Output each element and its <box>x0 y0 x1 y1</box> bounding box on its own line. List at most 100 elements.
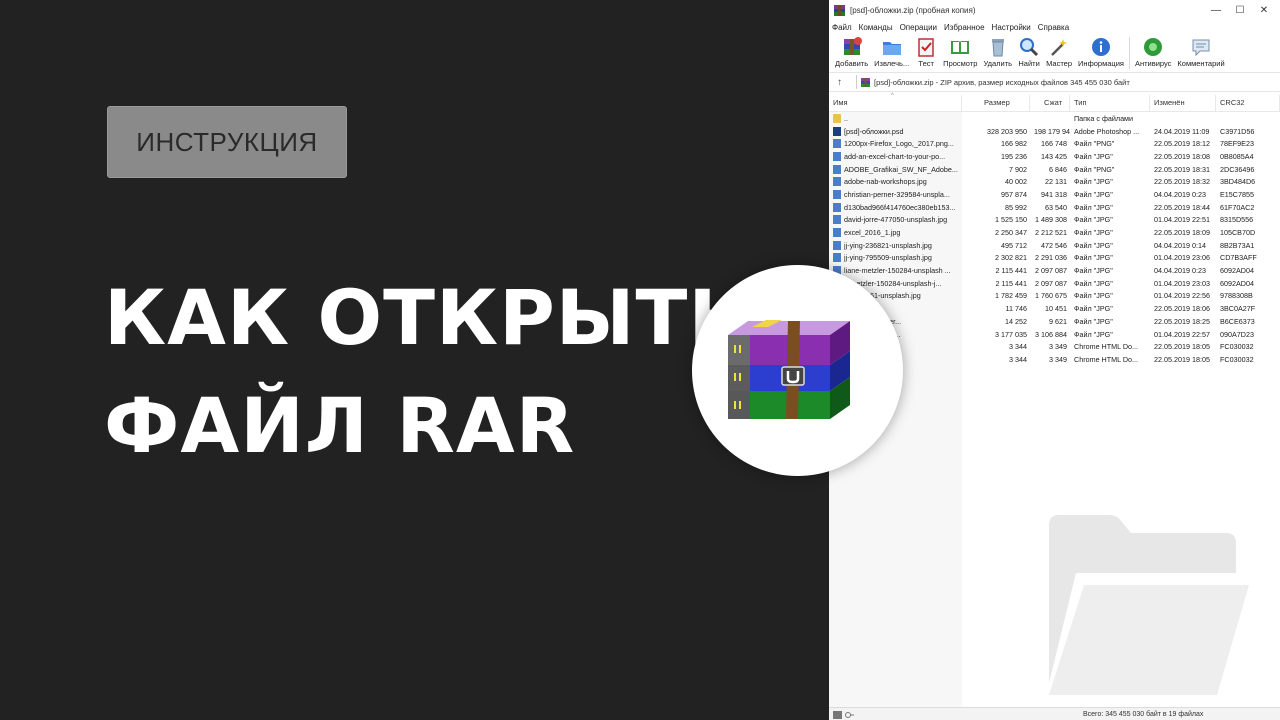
file-crc: 090A7D23 <box>1220 329 1254 339</box>
file-modified: 01.04.2019 22:57 <box>1154 329 1210 339</box>
table-row[interactable]: 1200px-Firefox_Logo,_2017.png... 166 982 1… <box>829 137 1280 150</box>
toolbar-separator <box>1128 37 1130 69</box>
file-name-cell: jj-ying-795509-unsplash.jpg <box>829 253 962 263</box>
table-row[interactable]: xcel.jpg11 74610 451Файл "JPG"22.05.2019… <box>829 302 1280 315</box>
comment-icon <box>1192 39 1210 57</box>
table-row[interactable]: jj-ying-236821-unsplash.jpg 495 712 472 54… <box>829 239 1280 252</box>
up-arrow-icon[interactable]: ↑ <box>837 77 842 88</box>
extract-button-label: Извлечь... <box>874 59 910 68</box>
column-header-packed[interactable]: Сжат <box>1030 95 1070 111</box>
file-size: 195 236 <box>1001 151 1027 161</box>
drive-icon <box>833 710 842 719</box>
file-packed-size: 1 760 675 <box>1035 291 1067 301</box>
close-button[interactable]: ✕ <box>1256 5 1272 16</box>
view-button[interactable]: Просмотр <box>941 34 979 68</box>
file-type: Chrome HTML Do... <box>1074 342 1139 352</box>
image-file-icon <box>833 151 841 161</box>
menu-favorites[interactable]: Избранное <box>944 23 985 32</box>
file-type: Папка с файлами <box>1074 113 1134 123</box>
file-size: 2 302 821 <box>995 253 1027 263</box>
column-header-modified[interactable]: Изменён <box>1150 95 1216 111</box>
file-name-cell: liane-metzler-150284-unsplash ... <box>829 266 962 276</box>
file-type: Файл "JPG" <box>1074 253 1113 263</box>
delete-button[interactable]: Удалить <box>981 34 1014 68</box>
file-name: ADOBE_Grafikai_SW_NF_Adobe... <box>844 164 958 174</box>
file-packed-size: 3 106 884 <box>1035 329 1067 339</box>
table-row[interactable]: [psd]-обложки.psd 328 203 950 198 179 948 A… <box>829 125 1280 138</box>
file-crc: FC030032 <box>1220 354 1254 364</box>
table-row[interactable]: ADOBE_Grafikai_SW_NF_Adobe... 7 902 6 846 Ф… <box>829 163 1280 176</box>
menu-commands[interactable]: Команды <box>859 23 893 32</box>
file-name-cell: add-an-excel-chart-to-your-po... <box>829 151 962 161</box>
table-row[interactable]: .. Папка с файлами <box>829 112 1280 125</box>
folder-icon <box>833 113 841 123</box>
extract-button[interactable]: Извлечь... <box>872 34 911 68</box>
file-modified: 22.05.2019 18:25 <box>1154 316 1210 326</box>
status-icons <box>829 710 1083 719</box>
menu-settings[interactable]: Настройки <box>992 23 1031 32</box>
image-file-icon <box>833 164 841 174</box>
file-type: Файл "PNG" <box>1074 164 1115 174</box>
file-type: Файл "JPG" <box>1074 329 1113 339</box>
view-book-icon <box>951 41 970 54</box>
file-size: 495 712 <box>1001 240 1027 250</box>
wizard-button[interactable]: Мастер <box>1044 34 1074 68</box>
table-row[interactable]: jj-ying-795509-unsplash.jpg 2 302 821 2 29… <box>829 252 1280 265</box>
file-type: Файл "JPG" <box>1074 215 1113 225</box>
table-row[interactable]: d130bad966f414760ec380eb153... 85 992 63 5… <box>829 201 1280 214</box>
file-name: d130bad966f414760ec380eb153... <box>844 202 956 212</box>
menu-help[interactable]: Справка <box>1038 23 1069 32</box>
maximize-button[interactable]: ☐ <box>1232 5 1248 16</box>
file-name: liane-metzler-150284-unsplash ... <box>844 266 951 276</box>
file-name: david-jorre-477050-unsplash.jpg <box>844 215 948 225</box>
table-row[interactable]: david-jorre-477050-unsplash.jpg 1 525 150… <box>829 214 1280 227</box>
info-button[interactable]: Информация <box>1076 34 1126 68</box>
file-packed-size: 2 097 087 <box>1035 266 1067 276</box>
file-packed-size: 472 546 <box>1041 240 1067 250</box>
table-row[interactable]: adobe-nab-workshops.jpg 40 002 22 131 Файл … <box>829 175 1280 188</box>
file-modified: 22.05.2019 18:08 <box>1154 151 1210 161</box>
table-row[interactable]: vo-198061-unsplash.jpg 1 782 459 1 760 675… <box>829 290 1280 303</box>
file-packed-size: 198 179 948 <box>1034 126 1070 136</box>
table-row[interactable]: liane-metzler-150284-unsplash ... 2 115 4… <box>829 264 1280 277</box>
path-field[interactable]: [psd]-обложки.zip - ZIP архив, размер ис… <box>856 75 1280 89</box>
add-button[interactable]: Добавить <box>833 34 870 68</box>
file-modified: 24.04.2019 11:09 <box>1154 126 1210 136</box>
column-header-type[interactable]: Тип <box>1070 95 1150 111</box>
info-button-label: Информация <box>1078 59 1124 68</box>
file-list-header: Имя Размер Сжат Тип Изменён CRC32 ^ <box>829 93 1280 112</box>
find-button[interactable]: Найти <box>1016 34 1042 68</box>
file-crc: B6CE6373 <box>1220 316 1255 326</box>
file-modified: 22.05.2019 18:32 <box>1154 177 1210 187</box>
file-size: 1 525 150 <box>995 215 1027 225</box>
test-button-label: Тест <box>918 59 934 68</box>
table-row[interactable]: add-an-excel-chart-to-your-po... 195 236 1… <box>829 150 1280 163</box>
headline-line-1: КАК ОТКРЫТЬ <box>104 273 748 362</box>
comment-button[interactable]: Комментарий <box>1175 34 1226 68</box>
column-header-name[interactable]: Имя <box>829 95 962 111</box>
file-crc: C3971D56 <box>1220 126 1255 136</box>
test-button[interactable]: Тест <box>913 34 939 68</box>
column-header-crc[interactable]: CRC32 <box>1216 95 1280 111</box>
table-row[interactable]: obe-flash-player...14 2529 621Файл "JPG"… <box>829 315 1280 328</box>
table-row[interactable]: e-metzler-150284-unsplash-j... 2 115 441 2… <box>829 277 1280 290</box>
file-type: Файл "JPG" <box>1074 189 1113 199</box>
add-archive-icon <box>843 37 862 55</box>
antivirus-button-label: Антивирус <box>1134 59 1172 68</box>
antivirus-button[interactable]: Антивирус <box>1133 34 1173 68</box>
file-crc: FC030032 <box>1220 342 1254 352</box>
title-bar: [psd]-обложки.zip (пробная копия) — ☐ ✕ <box>829 0 1280 21</box>
image-file-icon <box>833 228 841 238</box>
menu-operations[interactable]: Операции <box>900 23 937 32</box>
file-size: 85 992 <box>1005 202 1027 212</box>
file-name-cell: excel_2016_1.jpg <box>829 228 962 238</box>
minimize-button[interactable]: — <box>1208 5 1224 16</box>
file-packed-size: 10 451 <box>1045 304 1067 314</box>
comment-button-label: Комментарий <box>1177 59 1225 68</box>
table-row[interactable]: christian-perner-329584-unspla... 957 874… <box>829 188 1280 201</box>
table-row[interactable]: excel_2016_1.jpg 2 250 347 2 212 521 Файл "… <box>829 226 1280 239</box>
file-modified: 01.04.2019 22:56 <box>1154 291 1210 301</box>
menu-file[interactable]: Файл <box>832 23 852 32</box>
file-size: 3 344 <box>1009 342 1027 352</box>
column-header-size[interactable]: Размер <box>962 95 1030 111</box>
